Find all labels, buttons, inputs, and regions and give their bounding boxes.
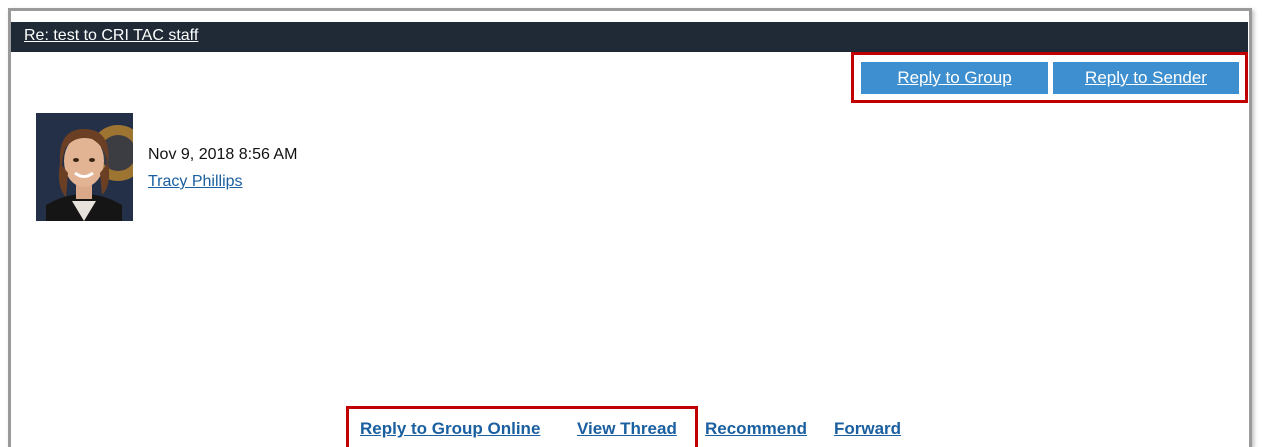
user-photo-icon <box>36 113 133 221</box>
reply-to-sender-button[interactable]: Reply to Sender <box>1053 62 1239 94</box>
reply-to-group-online-link[interactable]: Reply to Group Online <box>360 419 540 439</box>
message-subject-link[interactable]: Re: test to CRI TAC staff <box>24 27 198 45</box>
view-thread-link[interactable]: View Thread <box>577 419 677 439</box>
post-date: Nov 9, 2018 8:56 AM <box>148 146 298 163</box>
reply-to-group-button[interactable]: Reply to Group <box>861 62 1048 94</box>
message-title-bar: Re: test to CRI TAC staff <box>11 22 1248 52</box>
author-link[interactable]: Tracy Phillips <box>148 173 243 191</box>
recommend-link[interactable]: Recommend <box>705 419 807 439</box>
forward-link[interactable]: Forward <box>834 419 901 439</box>
avatar[interactable] <box>36 113 133 221</box>
